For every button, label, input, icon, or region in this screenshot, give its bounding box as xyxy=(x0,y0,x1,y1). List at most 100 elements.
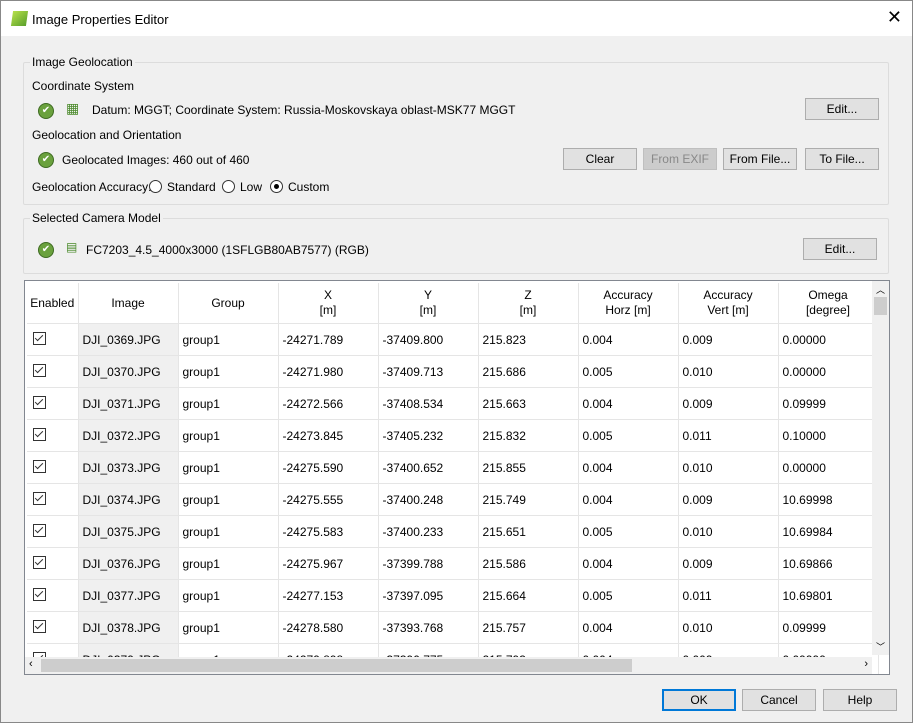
checkbox[interactable] xyxy=(33,587,46,601)
enabled-cell[interactable] xyxy=(27,323,79,356)
table-cell: 0.09999 xyxy=(778,387,879,420)
close-icon[interactable]: ✕ xyxy=(887,7,902,28)
from-exif-button[interactable]: From EXIF xyxy=(643,148,717,170)
column-header[interactable]: X [m] xyxy=(278,283,379,324)
column-header[interactable]: Group xyxy=(178,283,279,324)
scroll-thumb[interactable] xyxy=(41,659,632,672)
table-cell: 215.855 xyxy=(478,451,579,484)
column-header[interactable]: Enabled xyxy=(27,283,79,324)
enabled-cell[interactable] xyxy=(27,579,79,612)
table-cell: group1 xyxy=(178,355,279,388)
table-cell: 215.586 xyxy=(478,547,579,580)
table-cell: 0.004 xyxy=(578,451,679,484)
table-cell: 0.005 xyxy=(578,355,679,388)
table-cell: group1 xyxy=(178,611,279,644)
table-row[interactable]: DJI_0372.JPG group1 -24273.845 -37405.232 21… xyxy=(27,419,879,452)
column-header[interactable]: Z [m] xyxy=(478,283,579,324)
table-cell: 0.009 xyxy=(678,323,779,356)
table-cell: -24272.566 xyxy=(278,387,379,420)
enabled-cell[interactable] xyxy=(27,419,79,452)
table-row[interactable]: DJI_0369.JPG group1 -24271.789 -37409.800 21… xyxy=(27,323,879,356)
enabled-cell[interactable] xyxy=(27,355,79,388)
table-cell: 215.651 xyxy=(478,515,579,548)
enabled-cell[interactable] xyxy=(27,515,79,548)
accuracy-label: Geolocation Accuracy: xyxy=(32,180,152,194)
table-cell: group1 xyxy=(178,451,279,484)
table-cell: group1 xyxy=(178,547,279,580)
table-cell: 0.004 xyxy=(578,611,679,644)
to-file-button[interactable]: To File... xyxy=(805,148,879,170)
column-header[interactable]: Accuracy Horz [m] xyxy=(578,283,679,324)
table-cell: 10.69998 xyxy=(778,483,879,516)
enabled-cell[interactable] xyxy=(27,387,79,420)
geolocated-count: Geolocated Images: 460 out of 460 xyxy=(62,153,250,167)
check-circle-icon: ✔ xyxy=(38,103,54,119)
column-header[interactable]: Omega [degree] xyxy=(778,283,879,324)
table-cell: 215.664 xyxy=(478,579,579,612)
checkbox[interactable] xyxy=(33,491,46,505)
table-cell: 215.749 xyxy=(478,483,579,516)
clear-button[interactable]: Clear xyxy=(563,148,637,170)
help-button[interactable]: Help xyxy=(823,689,897,711)
radio-low[interactable]: Low xyxy=(222,180,262,194)
group-title: Selected Camera Model xyxy=(30,211,163,225)
radio-standard[interactable]: Standard xyxy=(149,180,216,194)
edit-camera-button[interactable]: Edit... xyxy=(803,238,877,260)
table-cell: 0.004 xyxy=(578,387,679,420)
table-cell: -37393.768 xyxy=(378,611,479,644)
table-row[interactable]: DJI_0374.JPG group1 -24275.555 -37400.248 21… xyxy=(27,483,879,516)
vertical-scrollbar[interactable]: ︿ ﹀ xyxy=(872,281,889,655)
checkbox[interactable] xyxy=(33,363,46,377)
checkbox[interactable] xyxy=(33,427,46,441)
table-cell: DJI_0377.JPG xyxy=(78,579,179,612)
table-row[interactable]: DJI_0378.JPG group1 -24278.580 -37393.768 21… xyxy=(27,611,879,644)
checkbox[interactable] xyxy=(33,331,46,345)
checkbox[interactable] xyxy=(33,555,46,569)
checkbox[interactable] xyxy=(33,523,46,537)
table-cell: -24275.583 xyxy=(278,515,379,548)
table-cell: -37408.534 xyxy=(378,387,479,420)
enabled-cell[interactable] xyxy=(27,483,79,516)
cancel-button[interactable]: Cancel xyxy=(742,689,816,711)
enabled-cell[interactable] xyxy=(27,611,79,644)
table-cell: 215.823 xyxy=(478,323,579,356)
table-cell: 215.757 xyxy=(478,611,579,644)
table-cell: -24275.555 xyxy=(278,483,379,516)
table-cell: -37397.095 xyxy=(378,579,479,612)
table-cell: DJI_0374.JPG xyxy=(78,483,179,516)
table-cell: -37399.788 xyxy=(378,547,479,580)
checkbox[interactable] xyxy=(33,619,46,633)
ok-button[interactable]: OK xyxy=(662,689,736,711)
radio-custom[interactable]: Custom xyxy=(270,180,329,194)
checkbox[interactable] xyxy=(33,459,46,473)
table-cell: 10.69984 xyxy=(778,515,879,548)
table-row[interactable]: DJI_0376.JPG group1 -24275.967 -37399.788 21… xyxy=(27,547,879,580)
table-row[interactable]: DJI_0373.JPG group1 -24275.590 -37400.652 21… xyxy=(27,451,879,484)
from-file-button[interactable]: From File... xyxy=(723,148,797,170)
edit-coord-button[interactable]: Edit... xyxy=(805,98,879,120)
enabled-cell[interactable] xyxy=(27,451,79,484)
table-row[interactable]: DJI_0377.JPG group1 -24277.153 -37397.095 21… xyxy=(27,579,879,612)
table-cell: DJI_0370.JPG xyxy=(78,355,179,388)
checkbox[interactable] xyxy=(33,395,46,409)
enabled-cell[interactable] xyxy=(27,547,79,580)
table-cell: -37400.248 xyxy=(378,483,479,516)
scroll-thumb[interactable] xyxy=(874,297,887,315)
column-header[interactable]: Y [m] xyxy=(378,283,479,324)
table-cell: 215.832 xyxy=(478,419,579,452)
camera-model-group: Selected Camera Model ✔ ▤ FC7203_4.5_400… xyxy=(23,211,889,274)
table-cell: -24275.967 xyxy=(278,547,379,580)
horizontal-scrollbar[interactable]: ‹ › xyxy=(25,657,872,674)
column-header[interactable]: Accuracy Vert [m] xyxy=(678,283,779,324)
table-row[interactable]: DJI_0370.JPG group1 -24271.980 -37409.713 21… xyxy=(27,355,879,388)
table-cell: 0.00000 xyxy=(778,451,879,484)
table-row[interactable]: DJI_0371.JPG group1 -24272.566 -37408.534 21… xyxy=(27,387,879,420)
table-row[interactable]: DJI_0375.JPG group1 -24275.583 -37400.233 21… xyxy=(27,515,879,548)
table-cell: 0.004 xyxy=(578,547,679,580)
table-cell: group1 xyxy=(178,419,279,452)
check-circle-icon: ✔ xyxy=(38,242,54,258)
coord-system-text: Datum: MGGT; Coordinate System: Russia-M… xyxy=(92,103,516,117)
table-cell: 0.009 xyxy=(678,547,779,580)
column-header[interactable]: Image xyxy=(78,283,179,324)
table-cell: 10.69866 xyxy=(778,547,879,580)
